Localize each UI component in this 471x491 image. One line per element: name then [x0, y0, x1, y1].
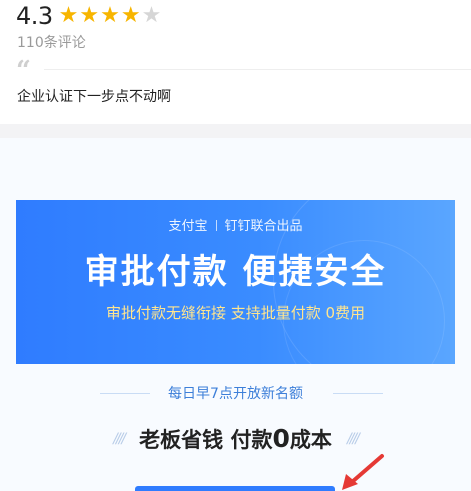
star-empty-icon: ★ [141, 3, 162, 28]
star-full-icon: ★ [58, 3, 79, 28]
banner-subtitle: 审批付款无缝衔接 支持批量付款 0费用 [105, 304, 366, 322]
review-count[interactable]: 110条评论 [17, 32, 86, 52]
slash-decoration-icon: //// [346, 431, 360, 447]
slogan-part2: 成本 [289, 428, 332, 452]
daily-quota-text: 每日早7点开放新名额 [168, 386, 303, 402]
daily-quota-row: 每日早7点开放新名额 [0, 383, 471, 403]
rating-row: 4.3 ★ ★ ★ ★ ★ [16, 2, 162, 30]
divider [44, 69, 471, 70]
section-separator [0, 124, 471, 138]
partner-dingtalk-label: 钉钉联合出品 [224, 219, 303, 234]
partner-separator [215, 220, 217, 231]
rating-section: 4.3 ★ ★ ★ ★ ★ 110条评论 “ 企业认证下一步点不动啊 [0, 0, 471, 124]
slash-decoration-icon: //// [113, 431, 126, 447]
decorative-line [333, 393, 383, 394]
star-rating: ★ ★ ★ ★ ★ [59, 5, 163, 27]
star-full-icon: ★ [120, 3, 141, 28]
slogan-part1: 老板省钱 付款 [139, 428, 273, 452]
promo-section: 支付宝 钉钉联合出品 审批付款 便捷安全 审批付款无缝衔接 支持批量付款 0费用 … [0, 138, 471, 491]
slogan-text: 老板省钱 付款0成本 [139, 424, 332, 454]
quote-icon: “ [16, 56, 31, 86]
red-arrow-icon [342, 454, 384, 490]
review-text[interactable]: 企业认证下一步点不动啊 [17, 86, 171, 106]
slogan-row: //// 老板省钱 付款0成本 //// [0, 424, 471, 454]
star-full-icon: ★ [79, 3, 100, 28]
partner-alipay-label: 支付宝 [168, 219, 208, 234]
promo-banner[interactable]: 支付宝 钉钉联合出品 审批付款 便捷安全 审批付款无缝衔接 支持批量付款 0费用 [16, 200, 455, 364]
star-full-icon: ★ [100, 3, 120, 28]
banner-title: 审批付款 便捷安全 [84, 252, 387, 292]
banner-partners: 支付宝 钉钉联合出品 [16, 215, 455, 234]
rating-score: 4.3 [16, 2, 53, 30]
slogan-zero: 0 [272, 424, 290, 453]
cta-button[interactable] [135, 486, 335, 491]
